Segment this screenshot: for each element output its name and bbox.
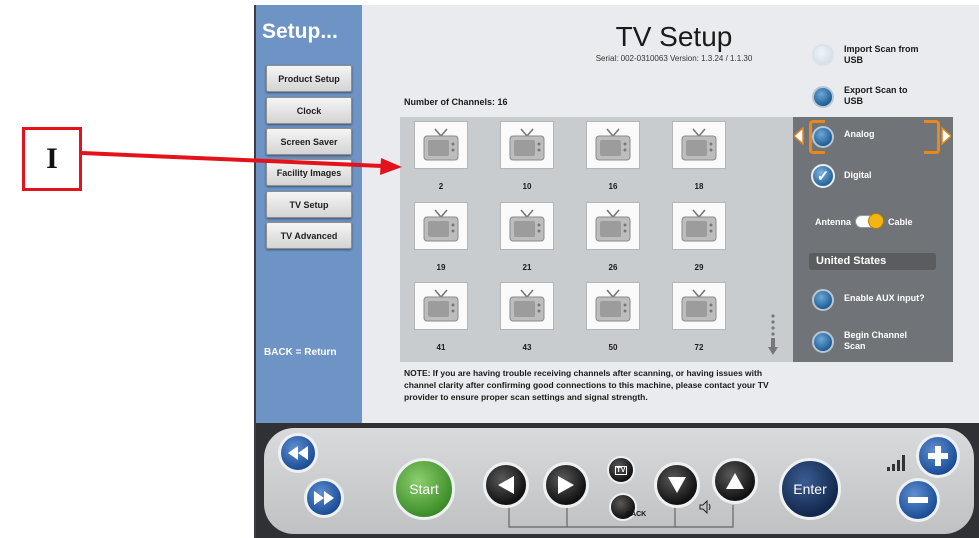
serial-version: Serial: 002-0310063 Version: 1.3.24 / 1.… [595,54,753,63]
begin-scan-label: Begin Channel Scan [844,330,908,351]
digital-label: Digital [844,170,872,180]
start-button[interactable]: Start [393,458,455,520]
up-arrow-icon [726,473,744,489]
down-arrow-icon [668,477,686,493]
rewind-button[interactable] [278,433,318,473]
export-scan-label: Export Scan to USB [844,85,908,106]
analog-button[interactable] [812,126,834,148]
sidebar-title: Setup... [262,20,338,43]
tv-icon [673,203,725,249]
enable-aux-label: Enable AUX input? [844,293,925,303]
volume-level-icon [887,455,905,471]
channel-tile[interactable] [500,282,554,330]
left-arrow-icon [498,476,514,494]
toggle-knob[interactable] [868,213,884,229]
cable-label: Cable [888,217,913,227]
channel-number: 29 [694,263,704,272]
channel-number: 2 [438,182,444,191]
checkmark-icon: ✓ [816,168,830,185]
fast-forward-button[interactable] [304,478,344,518]
page-title: TV Setup [615,21,733,52]
country-select[interactable]: United States [809,253,936,270]
import-scan-label: Import Scan from USB [844,44,919,65]
up-arrow-button[interactable] [712,458,758,504]
scroll-down-icon[interactable] [767,313,779,357]
channel-number: 41 [436,343,446,352]
tv-button[interactable]: TV [607,456,635,484]
minus-icon [908,497,928,503]
enable-aux-button[interactable] [812,289,834,311]
channel-tile[interactable] [586,202,640,250]
channel-number: 50 [608,343,618,352]
channel-tile[interactable] [672,282,726,330]
tv-icon [673,122,725,168]
rewind-icon [288,446,308,460]
channel-tile[interactable] [500,121,554,169]
volume-up-button[interactable] [916,434,960,478]
channel-tile[interactable] [672,121,726,169]
channel-number: 21 [522,263,532,272]
speaker-icon [699,500,711,514]
annotation-label: I [46,142,58,175]
fast-forward-icon [314,491,334,505]
channel-tile[interactable] [414,121,468,169]
right-arrow-icon [558,476,574,494]
analog-label: Analog [844,129,875,139]
export-scan-button[interactable] [812,86,834,108]
digital-checkbox[interactable]: ✓ [811,164,835,188]
channel-number: 26 [608,263,618,272]
sidebar-item-clock[interactable]: Clock [266,97,352,124]
channel-tile[interactable] [586,121,640,169]
sidebar-item-screen-saver[interactable]: Screen Saver [266,128,352,155]
channel-tile[interactable] [586,282,640,330]
tv-icon [501,283,553,329]
sidebar-item-tv-advanced[interactable]: TV Advanced [266,222,352,249]
channel-number: 16 [608,182,618,191]
tv-button-label: TV [614,465,628,475]
plus-icon [928,446,948,466]
sidebar-item-facility-images[interactable]: Facility Images [266,159,352,186]
note-text: NOTE: If you are having trouble receivin… [404,368,769,402]
tv-icon [501,122,553,168]
analog-left-indicator-icon [794,126,804,146]
import-scan-button[interactable] [812,44,834,66]
channel-number: 72 [694,343,704,352]
analog-selection-bracket-right [924,120,940,154]
annotation-label-box: I [22,127,82,191]
antenna-label: Antenna [815,217,851,227]
begin-scan-button[interactable] [812,331,834,353]
channel-count: Number of Channels: 16 [404,97,508,107]
channel-number: 18 [694,182,704,191]
tv-icon [587,203,639,249]
tv-icon [673,283,725,329]
sidebar-item-product-setup[interactable]: Product Setup [266,65,352,92]
tv-icon [415,122,467,168]
tv-icon [587,122,639,168]
left-arrow-button[interactable] [483,462,529,508]
back-button-label: BACK [626,511,647,518]
channel-tile[interactable] [414,282,468,330]
channel-tile[interactable] [672,202,726,250]
channel-number: 43 [522,343,532,352]
channel-tile[interactable] [414,202,468,250]
volume-down-button[interactable] [896,478,940,522]
channel-number: 10 [522,182,532,191]
tv-icon [587,283,639,329]
back-hint: BACK = Return [264,347,337,358]
channel-number: 19 [436,263,446,272]
tv-icon [415,283,467,329]
channel-tile[interactable] [500,202,554,250]
tv-icon [501,203,553,249]
enter-button[interactable]: Enter [779,458,841,520]
sidebar-item-tv-setup[interactable]: TV Setup [266,191,352,218]
right-arrow-button[interactable] [543,462,589,508]
down-arrow-button[interactable] [654,462,700,508]
tv-icon [415,203,467,249]
analog-right-indicator-icon [941,126,951,146]
